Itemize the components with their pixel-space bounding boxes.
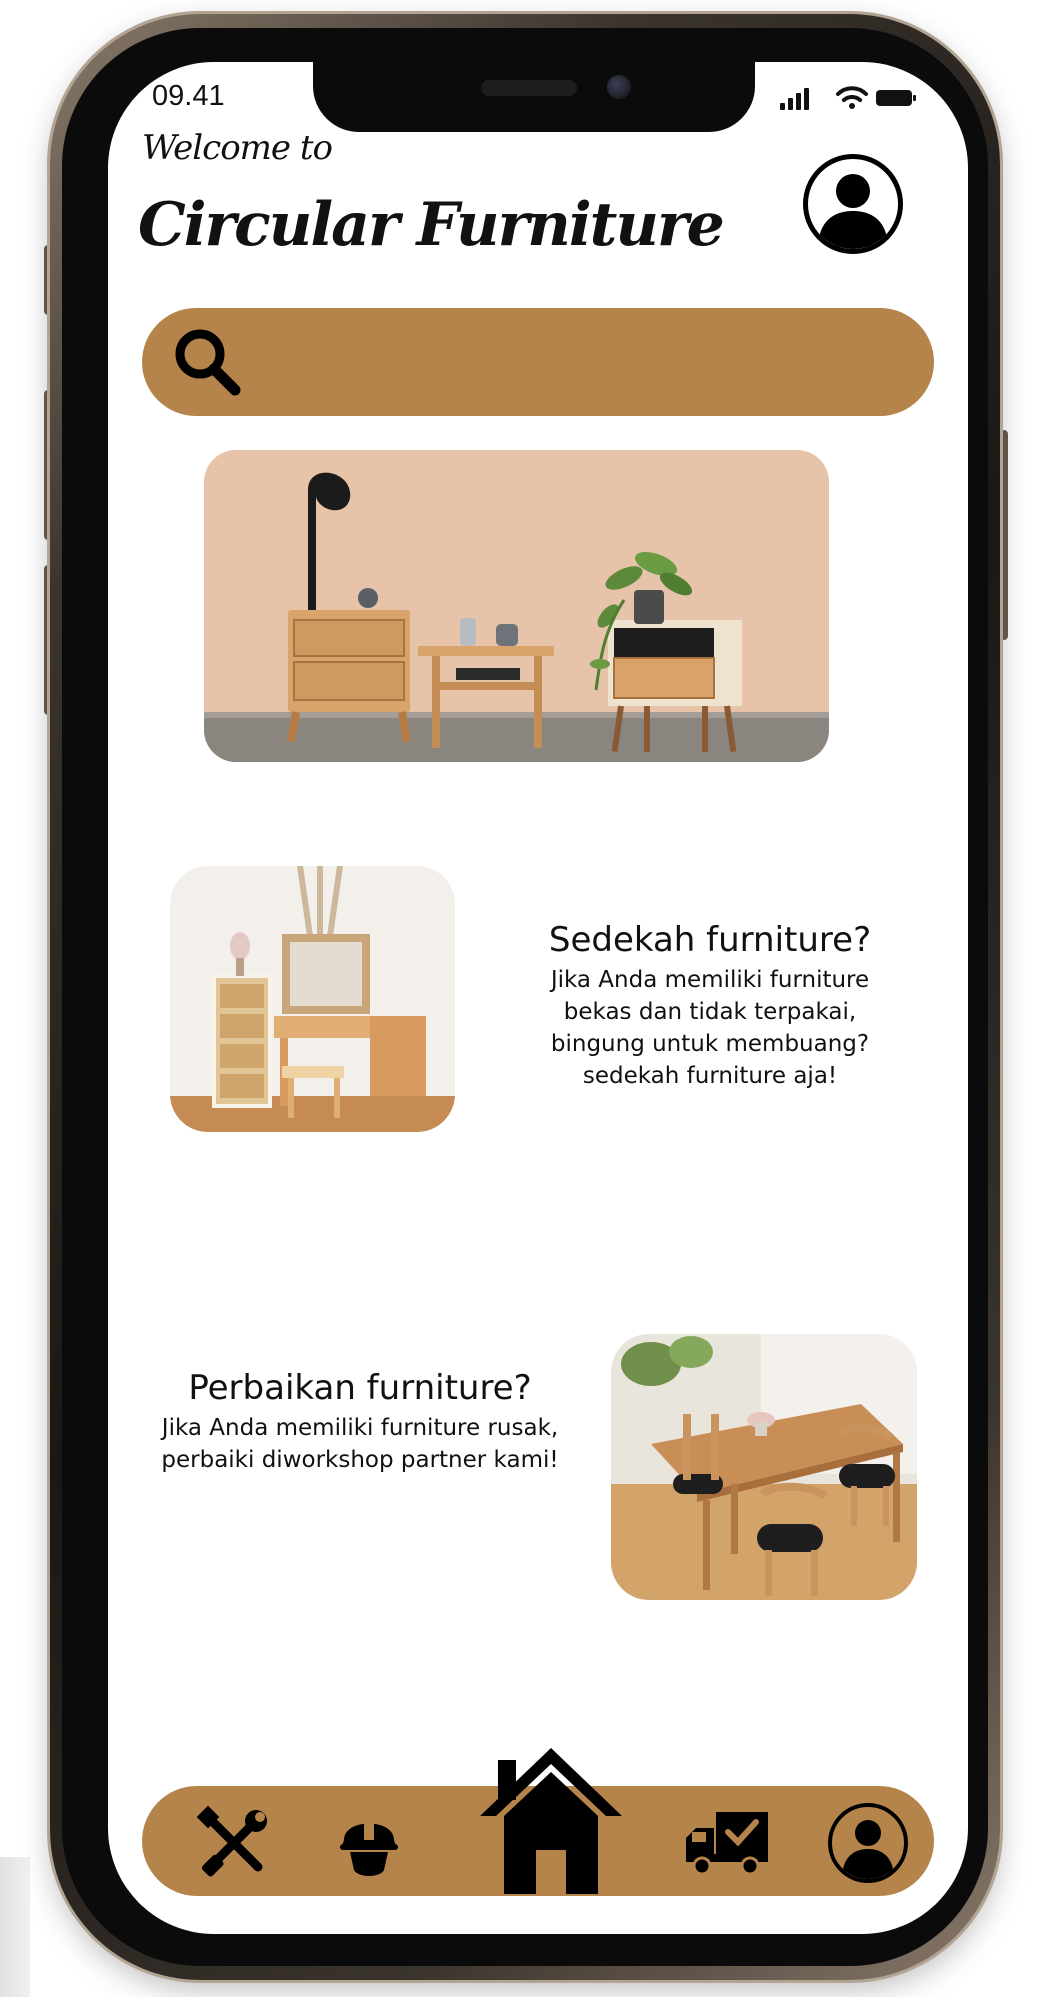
- profile-icon: [842, 1820, 894, 1879]
- speaker-grille: [481, 80, 577, 96]
- user-icon: [818, 174, 888, 249]
- hero-furniture-image: [204, 450, 829, 762]
- donate-feature-info: Sedekah furniture? Jika Anda memiliki fu…: [520, 920, 900, 1092]
- wifi-icon: [836, 86, 868, 109]
- search-icon[interactable]: [172, 326, 242, 398]
- donate-furniture-image: [170, 866, 455, 1132]
- tools-icon[interactable]: [194, 1803, 274, 1883]
- app-screen: 09.41 Welcome to Circular Furniture Sede…: [108, 62, 968, 1934]
- background-shade: [0, 1857, 30, 1997]
- search-input[interactable]: [254, 330, 898, 396]
- search-bar[interactable]: [142, 308, 934, 416]
- notch: [313, 62, 755, 132]
- bottom-nav: [142, 1748, 934, 1896]
- feature-description: Jika Anda memiliki furniture bekas dan t…: [550, 967, 870, 1089]
- feature-title: Perbaikan furniture?: [188, 1368, 532, 1408]
- status-time: 09.41: [152, 80, 225, 112]
- status-icons: [780, 86, 920, 110]
- repair-feature-info: Perbaikan furniture? Jika Anda memiliki …: [160, 1368, 560, 1476]
- battery-icon: [876, 90, 912, 106]
- app-title: Circular Furniture: [138, 190, 725, 260]
- helmet-icon[interactable]: [334, 1806, 404, 1882]
- home-icon[interactable]: [476, 1744, 626, 1894]
- delivery-truck-icon[interactable]: [682, 1808, 772, 1878]
- welcome-text: Welcome to: [142, 128, 333, 168]
- power-button: [1000, 430, 1008, 640]
- profile-avatar-button[interactable]: [803, 154, 903, 254]
- feature-description: Jika Anda memiliki furniture rusak, perb…: [161, 1415, 559, 1473]
- battery-cap: [913, 95, 916, 101]
- front-camera: [607, 75, 631, 99]
- repair-furniture-image: [611, 1334, 917, 1600]
- profile-nav-button[interactable]: [828, 1803, 908, 1883]
- feature-title: Sedekah furniture?: [548, 920, 872, 960]
